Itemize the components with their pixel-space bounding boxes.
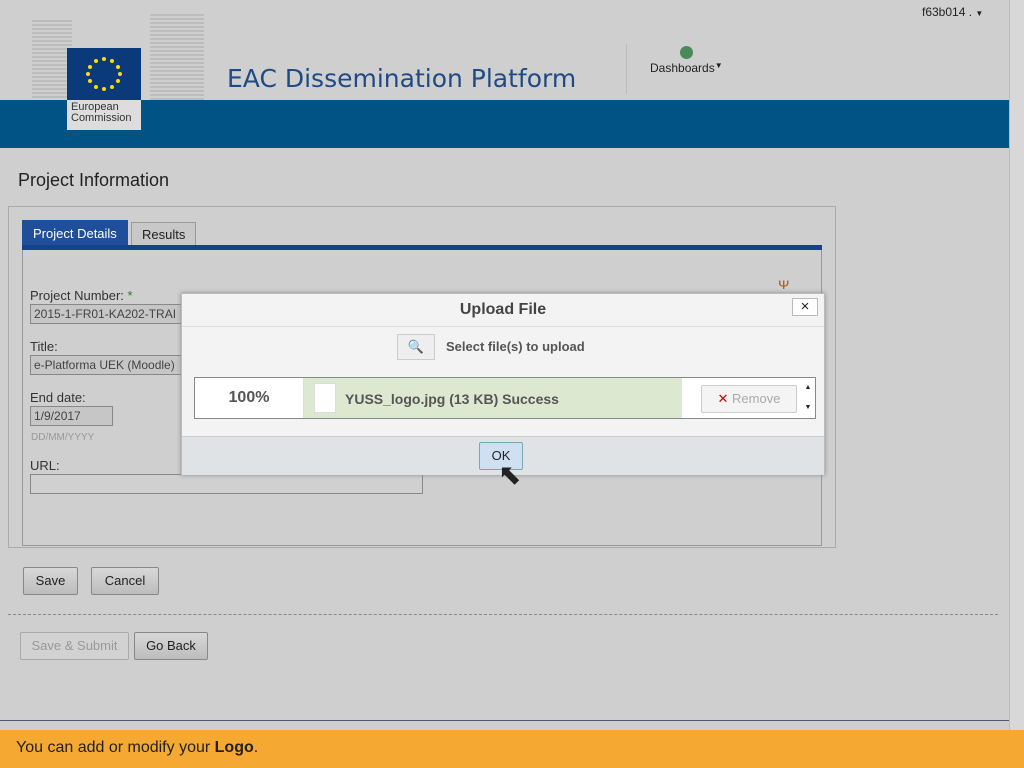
banner-bold: Logo — [214, 739, 254, 756]
divider — [0, 720, 1009, 721]
building-graphic — [150, 14, 204, 100]
dialog-title: Upload File — [182, 294, 824, 327]
row-scrollbar[interactable]: ▲ ▼ — [801, 378, 815, 418]
globe-icon — [679, 46, 693, 59]
upload-progress: 100% — [195, 378, 304, 418]
remove-label: Remove — [732, 391, 781, 406]
mouse-cursor-icon: ⬉ — [498, 459, 522, 490]
go-back-button[interactable]: Go Back — [134, 632, 208, 660]
divider — [8, 614, 998, 615]
end-date-label: End date: — [30, 390, 86, 405]
dashboards-label: Dashboards — [650, 61, 715, 75]
caret-down-icon: ▼ — [975, 9, 984, 18]
logo-preview-icon: ᴪ — [778, 276, 790, 293]
save-submit-button[interactable]: Save & Submit — [20, 632, 129, 660]
tab-results[interactable]: Results — [131, 222, 197, 247]
browse-button[interactable]: 🔍 — [397, 334, 435, 360]
save-button[interactable]: Save — [23, 567, 78, 595]
dashboards-menu[interactable]: Dashboards▼ — [650, 46, 723, 75]
project-number-label: Project Number: * — [30, 288, 133, 303]
user-name: f63b014 . — [922, 5, 973, 19]
url-label: URL: — [30, 458, 60, 473]
file-icon — [314, 383, 336, 413]
end-date-field[interactable]: 1/9/2017 — [30, 406, 113, 426]
date-hint: DD/MM/YYYY — [31, 432, 95, 443]
required-mark: * — [127, 288, 133, 303]
tab-project-details[interactable]: Project Details — [22, 220, 128, 248]
upload-file-dialog: Upload File × 🔍 Select file(s) to upload… — [181, 293, 825, 475]
project-number-field[interactable]: 2015-1-FR01-KA202-TRAI — [30, 304, 185, 324]
select-files-label[interactable]: Select file(s) to upload — [446, 339, 585, 354]
app-title: EAC Dissemination Platform — [227, 64, 577, 93]
url-field[interactable] — [30, 474, 423, 494]
file-entry: YUSS_logo.jpg (13 KB) Success — [304, 378, 682, 418]
banner-text: You can add or modify your — [16, 739, 215, 756]
file-name: YUSS_logo.jpg (13 KB) Success — [345, 391, 559, 407]
eu-flag-icon — [67, 48, 141, 100]
title-label: Title: — [30, 339, 58, 354]
caret-down-icon: ▼ — [714, 61, 723, 70]
upload-row: 100% YUSS_logo.jpg (13 KB) Success ✕ Rem… — [194, 377, 816, 419]
scrollbar[interactable] — [1009, 0, 1024, 730]
close-button[interactable]: × — [792, 298, 818, 316]
remove-file-icon: ✕ — [717, 391, 729, 406]
ec-logo[interactable]: European Commission — [67, 48, 141, 130]
building-graphic — [32, 20, 72, 100]
header-band — [0, 100, 1009, 148]
banner-end: . — [253, 739, 259, 756]
divider — [626, 44, 627, 94]
page-title: Project Information — [18, 170, 170, 190]
title-field[interactable]: e-Platforma UEK (Moodle) — [30, 355, 185, 375]
logo-text: European Commission — [71, 101, 132, 124]
remove-button[interactable]: ✕ Remove — [701, 385, 797, 413]
info-banner: You can add or modify your Logo. — [0, 730, 1024, 768]
cancel-button[interactable]: Cancel — [91, 567, 159, 595]
user-menu[interactable]: f63b014 . ▼ — [922, 5, 983, 19]
file-search-icon: 🔍 — [407, 339, 425, 354]
